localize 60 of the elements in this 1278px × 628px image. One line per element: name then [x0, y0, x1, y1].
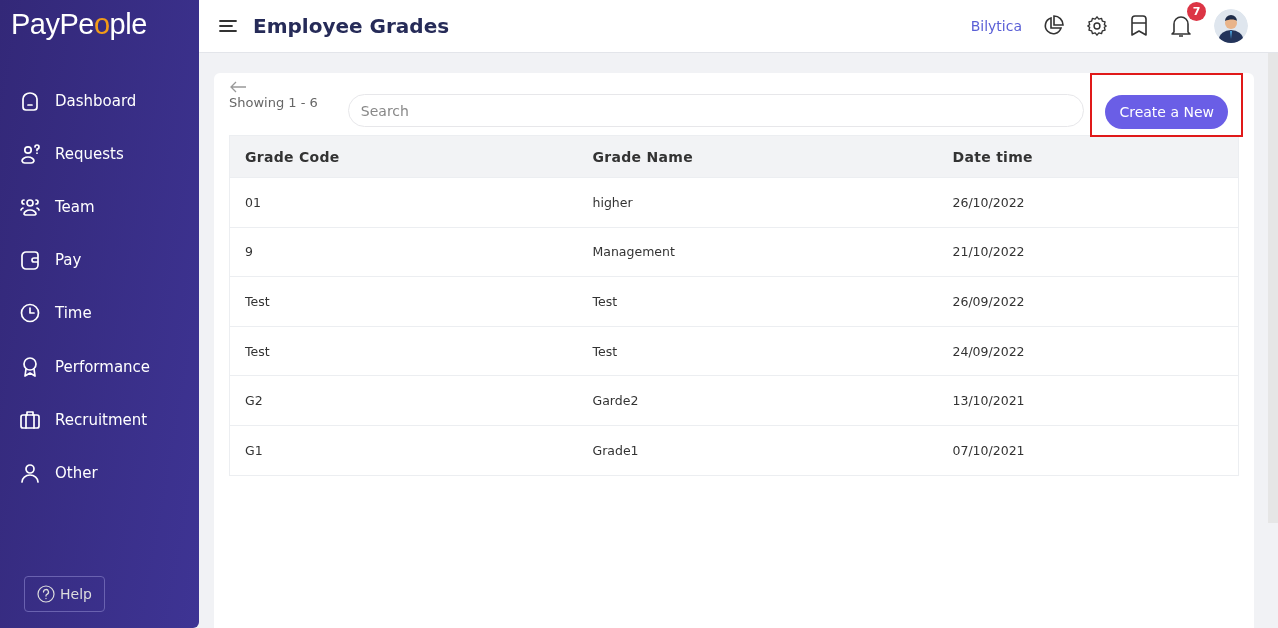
home-icon	[19, 89, 41, 112]
person-icon	[19, 461, 41, 484]
nav-item[interactable]: Pay	[0, 233, 199, 287]
table-cell: 07/10/2021	[937, 425, 1239, 476]
table-cell: Test	[229, 276, 578, 327]
menu-icon[interactable]	[219, 19, 237, 33]
pie-chart-icon[interactable]	[1042, 15, 1064, 37]
table-cell: 21/10/2022	[937, 227, 1239, 277]
bell-icon[interactable]	[1170, 14, 1192, 38]
nav-item[interactable]: Requests	[0, 127, 199, 181]
nav-label: Time	[55, 304, 92, 323]
nav-item[interactable]: Recruitment	[0, 393, 199, 447]
table-cell: Test	[577, 326, 938, 376]
notification-badge: 7	[1187, 2, 1206, 21]
create-button[interactable]: Create a New	[1105, 95, 1228, 129]
table-cell: 13/10/2021	[937, 375, 1239, 426]
nav-label: Pay	[55, 251, 82, 270]
nav-item[interactable]: Dashboard	[0, 74, 199, 128]
table-cell: 24/09/2022	[937, 326, 1239, 376]
page-title: Employee Grades	[253, 14, 450, 38]
back-arrow-icon[interactable]	[229, 81, 247, 93]
column-header: Grade Name	[577, 135, 938, 178]
table-cell: Management	[577, 227, 938, 277]
nav-item[interactable]: Time	[0, 286, 199, 340]
search-field[interactable]: Search	[347, 94, 1085, 127]
table-cell: Garde2	[577, 375, 938, 426]
nav-label: Other	[55, 463, 98, 482]
nav-item[interactable]: Team	[0, 180, 199, 234]
avatar[interactable]	[1214, 9, 1248, 43]
nav-label: Recruitment	[55, 410, 148, 429]
table-cell: 26/10/2022	[937, 177, 1239, 228]
nav-item[interactable]: Other	[0, 446, 199, 500]
scrollbar[interactable]	[1268, 53, 1278, 523]
table-cell: 01	[229, 177, 578, 228]
column-header: Date time	[937, 135, 1239, 178]
settings-icon[interactable]	[1086, 15, 1108, 37]
table-cell: Test	[229, 326, 578, 376]
nav-label: Team	[55, 197, 95, 216]
wallet-icon	[19, 249, 41, 272]
help-icon	[37, 585, 55, 603]
table-cell: G2	[229, 375, 578, 426]
nav-item[interactable]: Performance	[0, 339, 199, 394]
bilytica-link[interactable]: Bilytica	[970, 18, 1022, 34]
person-question-icon	[19, 142, 41, 165]
nav-label: Performance	[55, 357, 151, 376]
nav-label: Requests	[55, 144, 124, 163]
table-cell: Grade1	[577, 425, 938, 476]
table-cell: Test	[577, 276, 938, 327]
table-cell: 9	[229, 227, 578, 277]
table-cell: G1	[229, 425, 578, 476]
nav-label: Dashboard	[55, 91, 137, 110]
briefcase-icon	[19, 408, 41, 431]
paypeople-logo: PayPeople	[10, 7, 147, 42]
showing-count: Showing 1 - 6	[229, 95, 318, 110]
bookmark-icon[interactable]	[1130, 15, 1148, 37]
table-cell: 26/09/2022	[937, 276, 1239, 327]
column-header: Grade Code	[229, 135, 578, 178]
clock-icon	[19, 302, 41, 325]
help-button[interactable]: Help	[24, 576, 105, 612]
table-cell: higher	[577, 177, 938, 228]
